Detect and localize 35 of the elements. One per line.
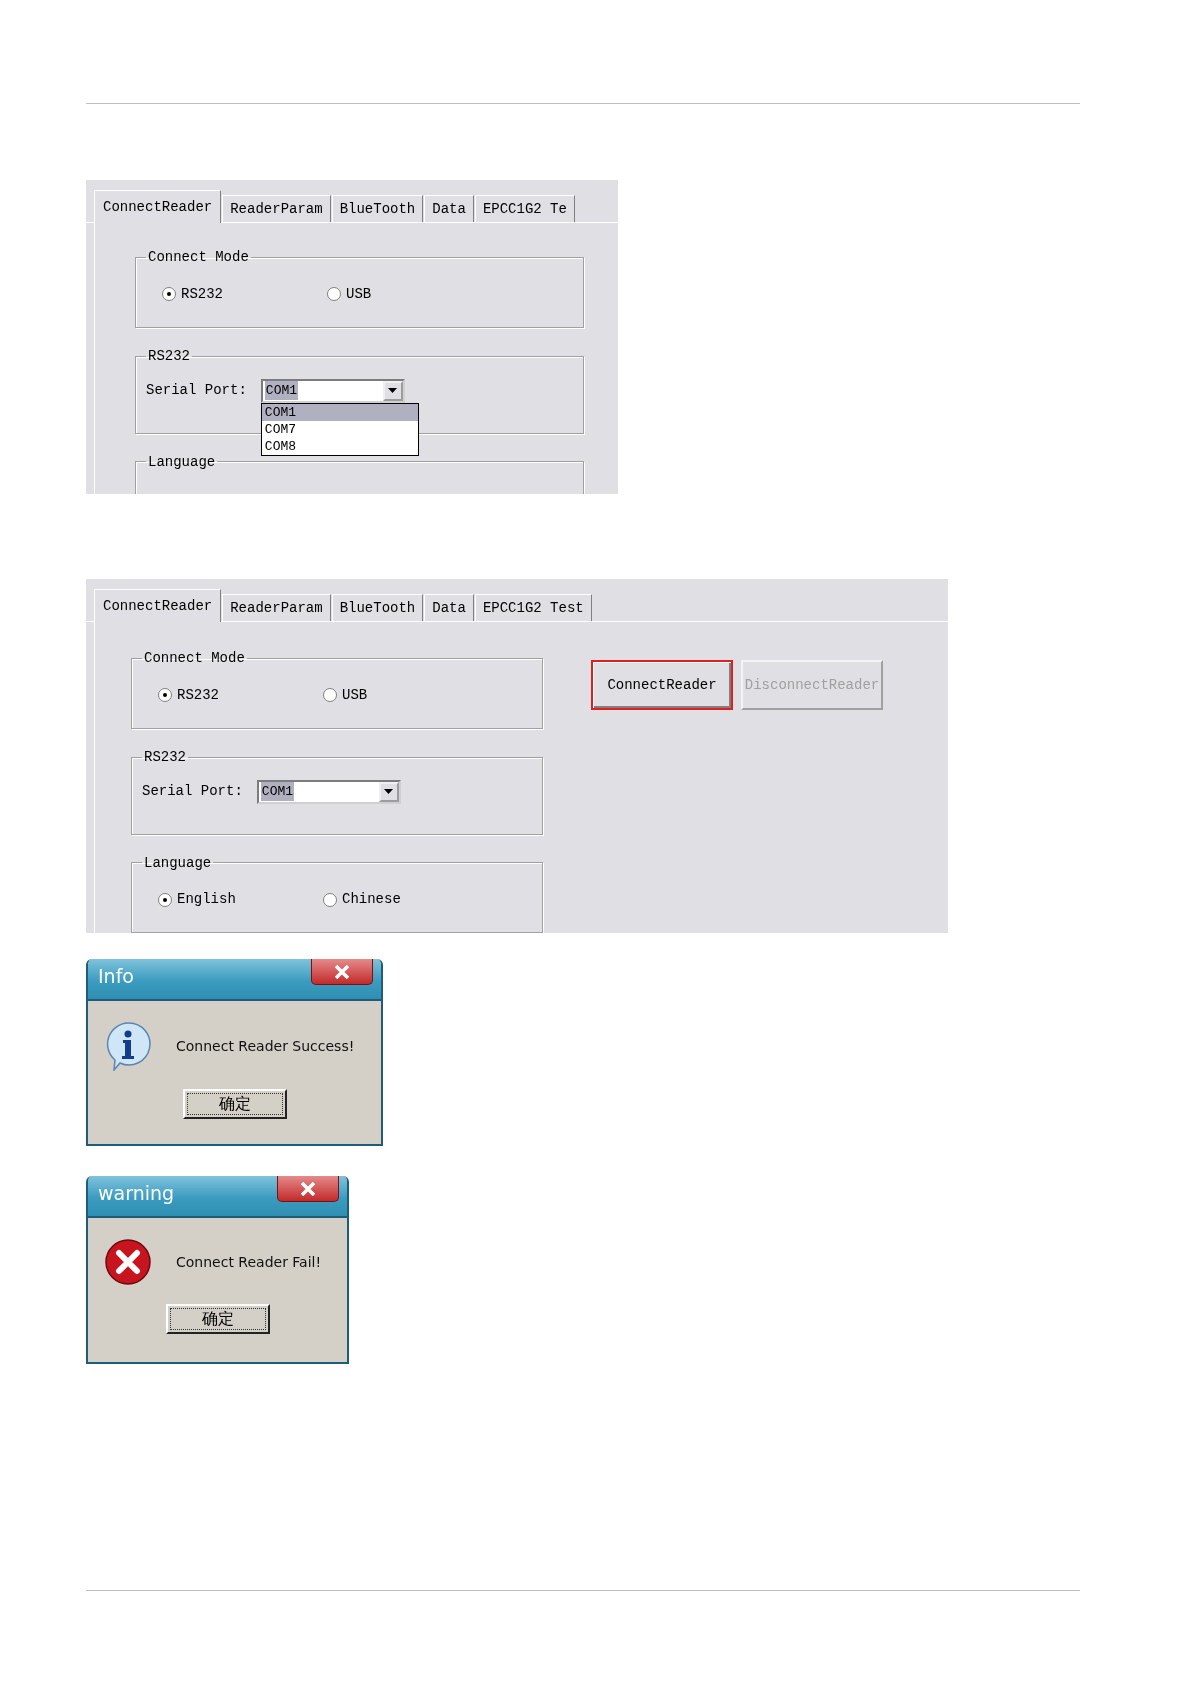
tab[interactable]: ReaderParam xyxy=(222,594,331,621)
dialog-message: Connect Reader Fail! xyxy=(176,1252,322,1272)
radio-label: RS232 xyxy=(177,685,219,705)
dialog-title: Info xyxy=(98,963,134,989)
tab[interactable]: BlueTooth xyxy=(331,594,424,621)
group-title: Connect Mode xyxy=(147,249,250,266)
tab[interactable]: Data xyxy=(424,594,474,621)
tab[interactable]: EPCC1G2 Te xyxy=(474,195,575,222)
tab[interactable]: Data xyxy=(424,195,474,222)
dialog-title: warning xyxy=(98,1180,175,1206)
field-label: Serial Port: xyxy=(146,381,247,401)
field-label: Serial Port: xyxy=(142,782,243,802)
group-title: Language xyxy=(147,453,217,471)
dropdown-option[interactable]: COM1 xyxy=(261,403,418,421)
tab[interactable]: ConnectReader xyxy=(94,190,222,223)
group-title: Language xyxy=(143,854,213,872)
radio-label: USB xyxy=(346,284,372,304)
group-title: Connect Mode xyxy=(143,650,246,667)
connect-button[interactable]: ConnectReader xyxy=(591,660,733,710)
tab[interactable]: ConnectReader xyxy=(94,589,222,622)
tab[interactable]: ReaderParam xyxy=(222,195,331,222)
ok-button[interactable]: 确定 xyxy=(165,1304,270,1334)
radio-label: RS232 xyxy=(181,284,223,304)
dropdown-option[interactable]: COM7 xyxy=(261,420,418,438)
group-title: RS232 xyxy=(147,347,191,365)
group-title: RS232 xyxy=(143,748,187,766)
serial-port-dropdown[interactable]: COM1 xyxy=(256,779,401,804)
dropdown-option[interactable]: COM8 xyxy=(261,437,418,455)
radio-label: English xyxy=(177,890,236,910)
radio-label: USB xyxy=(342,685,368,705)
tab[interactable]: EPCC1G2 Test xyxy=(474,594,592,621)
tab[interactable]: BlueTooth xyxy=(331,195,424,222)
dialog-message: Connect Reader Success! xyxy=(176,1036,355,1056)
ok-button[interactable]: 确定 xyxy=(182,1089,287,1119)
radio-label: Chinese xyxy=(342,890,401,910)
